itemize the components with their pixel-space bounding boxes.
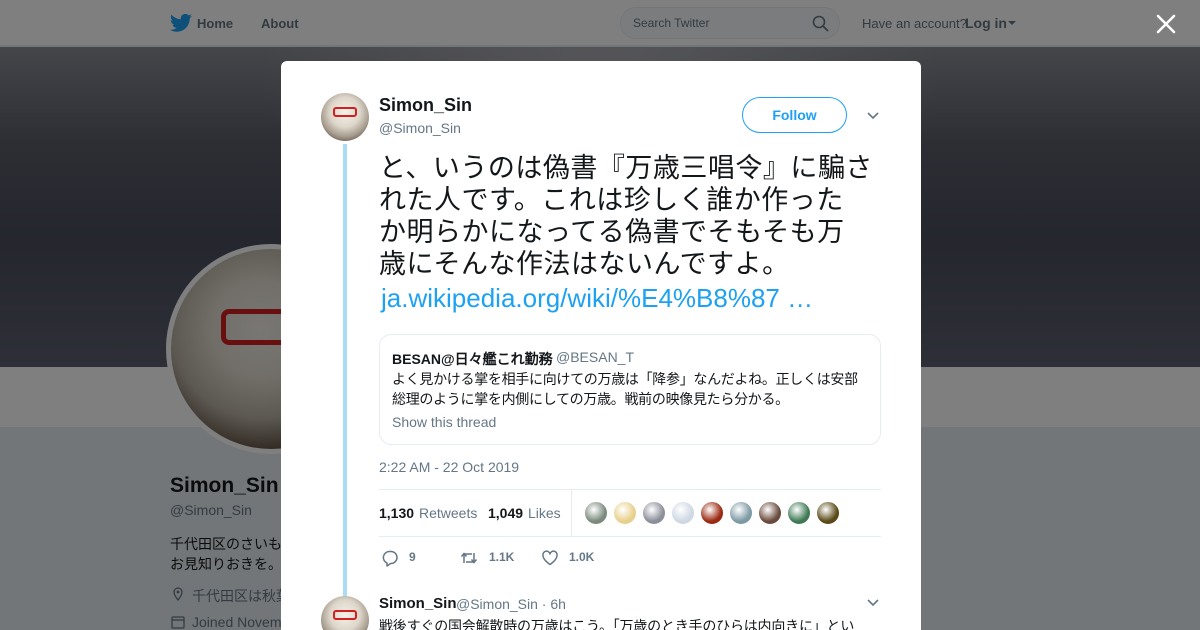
quote-text-line: よく見かける掌を相手に向けての万歳は「降参」なんだよね。正しくは安部 xyxy=(392,372,858,388)
retweet-icon xyxy=(460,552,478,564)
author-avatar[interactable] xyxy=(321,93,369,141)
likes-count[interactable]: 1,049 xyxy=(488,505,523,521)
tweet-text-line: 歳にそんな作法はないんですよ。 xyxy=(379,249,790,280)
quote-text: よく見かける掌を相手に向けての万歳は「降参」なんだよね。正しくは安部 総理のよう… xyxy=(392,370,877,410)
reply-author-avatar[interactable] xyxy=(321,596,369,630)
author-name[interactable]: Simon_Sin xyxy=(379,95,472,116)
avatar-glasses xyxy=(333,610,357,620)
reply-icon xyxy=(382,550,398,567)
liker-avatar[interactable] xyxy=(613,501,637,525)
quote-author-name: BESAN@日々艦これ勤務 xyxy=(392,351,553,367)
liker-avatar[interactable] xyxy=(584,501,608,525)
tweet-modal: Simon_Sin @Simon_Sin Follow と、いうのは偽書『万歳三… xyxy=(281,61,921,630)
liker-avatar[interactable] xyxy=(758,501,782,525)
avatar-glasses xyxy=(333,107,357,117)
tweet-text-line: と、いうのは偽書『万歳三唱令』に騙さ xyxy=(379,153,873,184)
show-thread-link[interactable]: Show this thread xyxy=(392,414,496,430)
close-icon[interactable] xyxy=(1155,13,1177,35)
like-count: 1.0K xyxy=(569,550,595,564)
retweet-count: 1.1K xyxy=(489,550,515,564)
liker-avatar[interactable] xyxy=(729,501,753,525)
quote-text-line: 総理のように掌を内側にしての万歳。戦前の映像見たら分かる。 xyxy=(392,392,789,408)
tweet-link[interactable]: ja.wikipedia.org/wiki/%E4%B8%87 … xyxy=(381,283,813,314)
retweets-label[interactable]: Retweets xyxy=(419,505,477,521)
tweet-text: と、いうのは偽書『万歳三唱令』に騙さ れた人です。これは珍しく誰か作った か明ら… xyxy=(379,153,879,281)
thread-connector-line xyxy=(343,144,347,630)
likes-label[interactable]: Likes xyxy=(528,505,561,521)
reply-count: 9 xyxy=(409,550,416,564)
tweet-text-line: れた人です。これは珍しく誰か作った xyxy=(379,185,844,216)
quoted-tweet[interactable]: BESAN@日々艦これ勤務 @BESAN_T よく見かける掌を相手に向けての万歳… xyxy=(379,334,881,445)
liker-avatar[interactable] xyxy=(700,501,724,525)
liker-avatar[interactable] xyxy=(642,501,666,525)
follow-button[interactable]: Follow xyxy=(742,97,847,133)
tweet-timestamp[interactable]: 2:22 AM - 22 Oct 2019 xyxy=(379,459,519,475)
liker-avatar[interactable] xyxy=(671,501,695,525)
quote-author-handle: @BESAN_T xyxy=(556,349,635,365)
heart-icon xyxy=(542,550,558,566)
chevron-down-icon[interactable] xyxy=(867,599,879,607)
liker-avatar[interactable] xyxy=(787,501,811,525)
reply-author-name[interactable]: Simon_Sin xyxy=(379,595,457,612)
reply-text: 戦後すぐの国会解散時の万歳はこう。「万歳のとき手のひらは内向きに」とい xyxy=(379,619,855,630)
retweets-count[interactable]: 1,130 xyxy=(379,505,414,521)
stats-divider xyxy=(571,490,572,537)
author-handle[interactable]: @Simon_Sin xyxy=(379,120,461,136)
chevron-down-icon[interactable] xyxy=(867,112,879,120)
tweet-text-line: か明らかになってる偽書でそもそも万 xyxy=(379,217,845,248)
reply-meta[interactable]: @Simon_Sin · 6h xyxy=(456,596,566,612)
liker-avatar[interactable] xyxy=(816,501,840,525)
tweet-stats: 1,130 Retweets 1,049 Likes xyxy=(379,489,881,537)
